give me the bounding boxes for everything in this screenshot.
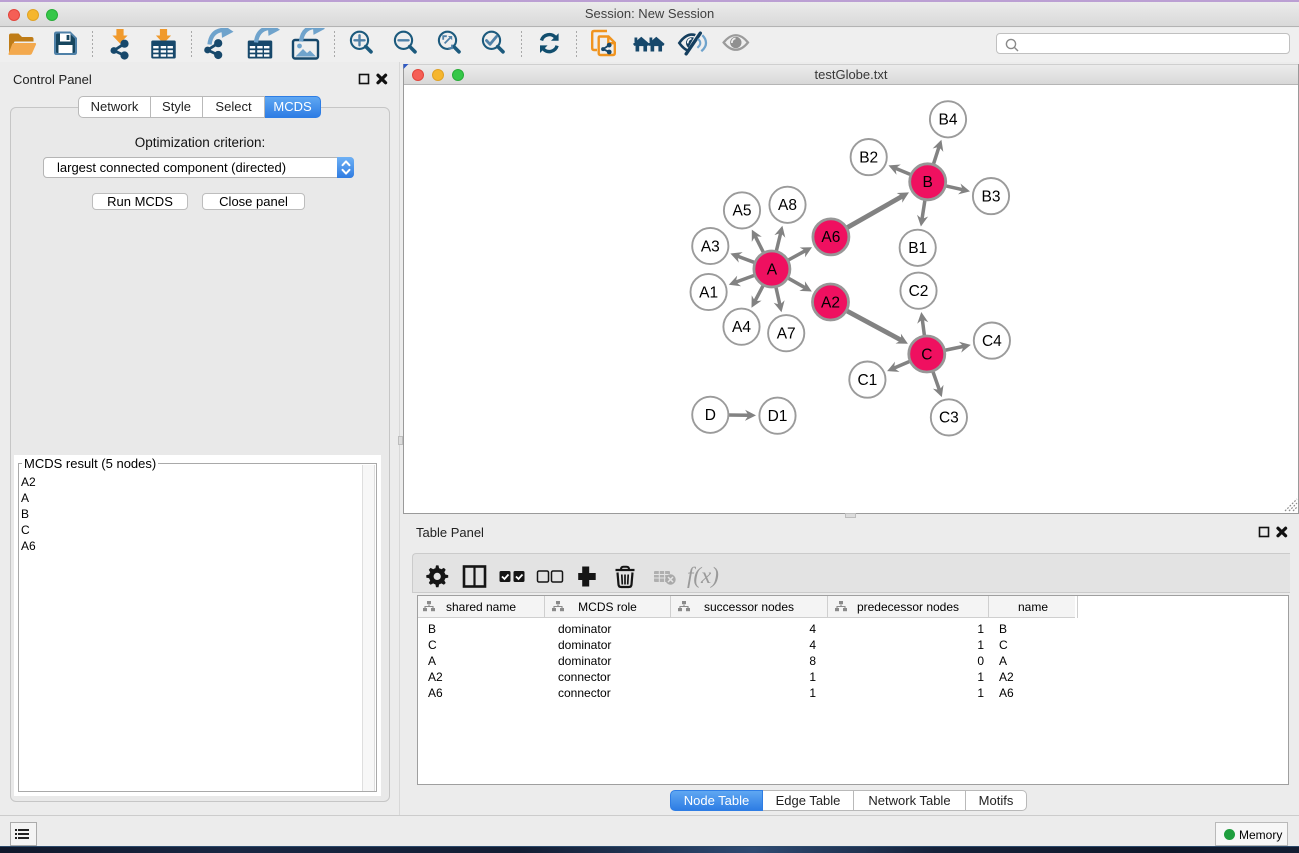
svg-text:C1: C1 bbox=[857, 372, 877, 389]
svg-text:B: B bbox=[923, 174, 933, 191]
svg-text:B4: B4 bbox=[939, 112, 958, 129]
svg-text:A: A bbox=[767, 261, 778, 278]
svg-text:C: C bbox=[921, 346, 932, 363]
svg-text:A5: A5 bbox=[733, 203, 752, 220]
svg-text:A4: A4 bbox=[732, 319, 751, 336]
svg-text:C2: C2 bbox=[909, 283, 929, 300]
svg-text:C4: C4 bbox=[982, 333, 1002, 350]
svg-text:A1: A1 bbox=[699, 284, 718, 301]
svg-text:B1: B1 bbox=[908, 240, 927, 257]
svg-text:A2: A2 bbox=[821, 294, 840, 311]
svg-text:D1: D1 bbox=[768, 408, 788, 425]
svg-text:A8: A8 bbox=[778, 197, 797, 214]
svg-text:A3: A3 bbox=[701, 238, 720, 255]
svg-text:A6: A6 bbox=[821, 229, 840, 246]
svg-text:D: D bbox=[705, 407, 716, 424]
svg-text:B3: B3 bbox=[982, 188, 1001, 205]
svg-text:A7: A7 bbox=[777, 326, 796, 343]
svg-text:C3: C3 bbox=[939, 410, 959, 427]
svg-text:f(x): f(x) bbox=[687, 563, 719, 588]
svg-text:B2: B2 bbox=[859, 149, 878, 166]
